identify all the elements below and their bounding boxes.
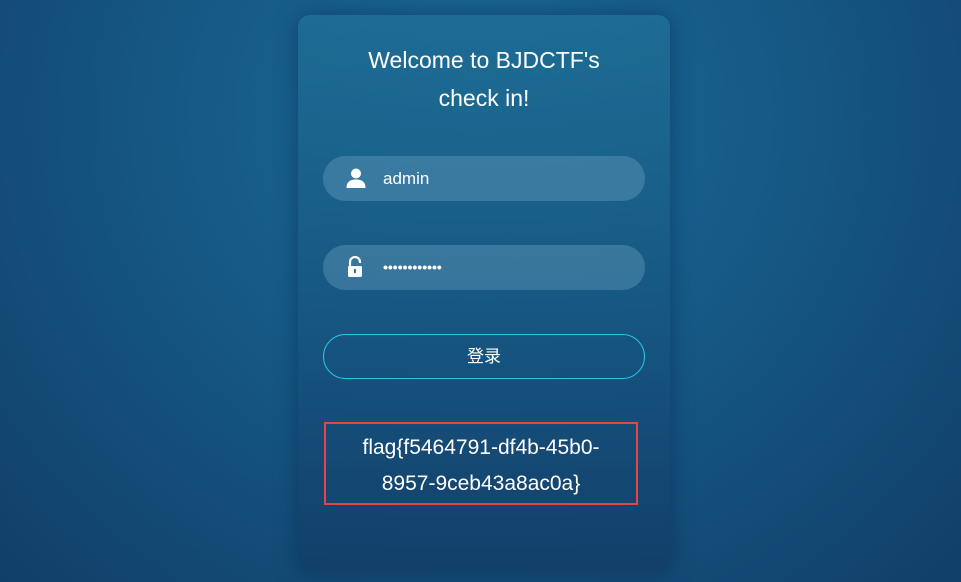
flag-line-2: 8957-9ceb43a8ac0a} xyxy=(381,472,581,495)
flag-text: flag{f5464791-df4b-45b0- 8957-9ceb43a8ac… xyxy=(326,430,636,502)
login-card: Welcome to BJDCTF's check in! admin ••••… xyxy=(298,15,670,572)
username-value[interactable]: admin xyxy=(383,156,429,201)
title-line-2: check in! xyxy=(438,85,530,111)
login-button[interactable]: 登录 xyxy=(323,334,645,379)
title-line-1: Welcome to BJDCTF's xyxy=(368,47,600,73)
password-value[interactable]: •••••••••••• xyxy=(383,245,442,290)
password-field[interactable]: •••••••••••• xyxy=(323,245,645,290)
flag-highlight-box: flag{f5464791-df4b-45b0- 8957-9ceb43a8ac… xyxy=(324,422,638,505)
page-title: Welcome to BJDCTF's check in! xyxy=(298,41,670,117)
flag-line-1: flag{f5464791-df4b-45b0- xyxy=(362,436,600,459)
unlock-icon xyxy=(345,255,367,278)
user-icon xyxy=(345,167,367,189)
username-field[interactable]: admin xyxy=(323,156,645,201)
